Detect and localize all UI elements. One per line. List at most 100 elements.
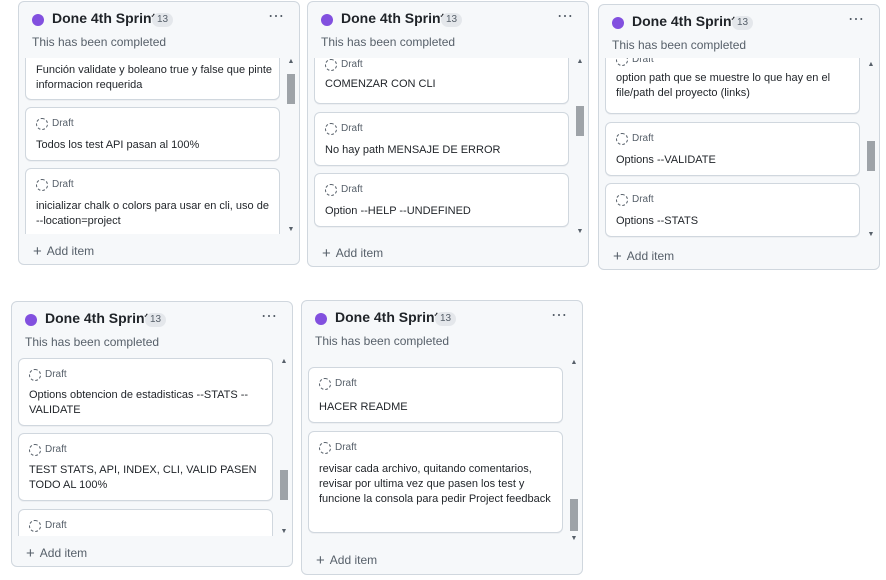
scroll-up-icon[interactable]: ▲ <box>279 358 289 366</box>
card-list[interactable]: Función validate y boleano true y false … <box>19 58 299 234</box>
scroll-up-icon[interactable]: ▲ <box>575 58 585 66</box>
draft-card[interactable]: Draft revisar cada archivo, quitando com… <box>308 431 563 533</box>
scroll-down-icon[interactable]: ▼ <box>575 228 585 236</box>
column-header: Done 4th Sprint 13 ⋯ This has been compl… <box>308 2 588 58</box>
draft-card[interactable]: Draft inicializar chalk o colors para us… <box>25 168 280 234</box>
draft-icon <box>616 133 628 145</box>
item-count-badge: 13 <box>145 313 167 327</box>
add-item-button[interactable]: + Add item <box>316 551 378 569</box>
scrollbar[interactable]: ▲ ▼ <box>286 58 296 234</box>
draft-icon <box>325 59 337 71</box>
draft-card[interactable]: Draft HACER README <box>308 367 563 423</box>
draft-label: Draft <box>632 133 654 144</box>
status-circle-icon <box>315 313 327 325</box>
scroll-thumb[interactable] <box>867 141 875 171</box>
plus-icon: + <box>33 243 42 260</box>
more-options-icon[interactable]: ⋯ <box>557 6 574 26</box>
draft-card[interactable]: Draft Options --VALIDATE <box>605 122 860 176</box>
card-title[interactable]: No hay path MENSAJE DE ERROR <box>325 143 562 158</box>
draft-card[interactable]: Draft No hay path MENSAJE DE ERROR <box>314 112 569 166</box>
column-title[interactable]: Done 4th Sprint <box>632 13 736 29</box>
add-item-button[interactable]: + Add item <box>613 247 675 265</box>
add-item-label: Add item <box>626 249 675 263</box>
more-options-icon[interactable]: ⋯ <box>848 9 865 29</box>
draft-card[interactable]: Draft option path que se muestre lo que … <box>605 58 860 114</box>
draft-label: Draft <box>341 59 363 70</box>
card-title[interactable]: Todos los test API pasan al 100% <box>36 138 273 153</box>
card-title[interactable]: Options --STATS <box>616 214 853 229</box>
column-title[interactable]: Done 4th Sprint <box>45 310 149 326</box>
draft-label: Draft <box>632 194 654 205</box>
add-item-label: Add item <box>39 546 88 560</box>
scroll-down-icon[interactable]: ▼ <box>866 231 876 239</box>
scroll-thumb[interactable] <box>576 106 584 136</box>
card-title[interactable]: HACER README <box>319 400 556 415</box>
draft-card[interactable]: Función validate y boleano true y false … <box>25 58 280 100</box>
plus-icon: + <box>613 248 622 265</box>
more-options-icon[interactable]: ⋯ <box>551 305 568 325</box>
card-list[interactable]: Draft Options obtencion de estadisticas … <box>12 358 292 536</box>
column-description: This has been completed <box>612 38 747 52</box>
scroll-down-icon[interactable]: ▼ <box>286 226 296 234</box>
item-count-badge: 13 <box>732 16 754 30</box>
draft-card[interactable]: Draft TEST STATS, API, INDEX, CLI, VALID… <box>18 433 273 501</box>
draft-card[interactable]: Draft <box>18 509 273 536</box>
add-item-label: Add item <box>329 553 378 567</box>
column-title[interactable]: Done 4th Sprint <box>52 10 156 26</box>
card-title[interactable]: inicializar chalk o colors para usar en … <box>36 199 273 229</box>
column-title[interactable]: Done 4th Sprint <box>335 309 439 325</box>
draft-icon <box>36 118 48 130</box>
card-title[interactable]: Options obtencion de estadisticas --STAT… <box>29 388 266 418</box>
card-title[interactable]: revisar cada archivo, quitando comentari… <box>319 462 556 507</box>
card-title[interactable]: COMENZAR CON CLI <box>325 77 562 92</box>
draft-icon <box>29 444 41 456</box>
scroll-thumb[interactable] <box>570 499 578 531</box>
scroll-down-icon[interactable]: ▼ <box>569 535 579 543</box>
scrollbar[interactable]: ▲ ▼ <box>279 358 289 536</box>
draft-label: Draft <box>45 444 67 455</box>
scroll-thumb[interactable] <box>287 74 295 104</box>
scrollbar[interactable]: ▲ ▼ <box>575 58 585 236</box>
draft-icon <box>319 378 331 390</box>
column-description: This has been completed <box>321 35 456 49</box>
more-options-icon[interactable]: ⋯ <box>268 6 285 26</box>
add-item-label: Add item <box>46 244 95 258</box>
draft-card[interactable]: Draft Option --HELP --UNDEFINED <box>314 173 569 227</box>
draft-card[interactable]: Draft Todos los test API pasan al 100% <box>25 107 280 161</box>
board-column: Done 4th Sprint 13 ⋯ This has been compl… <box>11 301 293 567</box>
draft-label: Draft <box>335 378 357 389</box>
scroll-down-icon[interactable]: ▼ <box>279 528 289 536</box>
column-description: This has been completed <box>315 334 450 348</box>
add-item-button[interactable]: + Add item <box>33 242 95 260</box>
column-header: Done 4th Sprint 13 ⋯ This has been compl… <box>599 5 879 61</box>
card-title[interactable]: Option --HELP --UNDEFINED <box>325 204 562 219</box>
scroll-up-icon[interactable]: ▲ <box>286 58 296 66</box>
add-item-button[interactable]: + Add item <box>26 544 88 562</box>
card-title[interactable]: Función validate y boleano true y false … <box>36 63 273 93</box>
draft-label: Draft <box>341 184 363 195</box>
draft-card[interactable]: Draft Options obtencion de estadisticas … <box>18 358 273 426</box>
draft-icon <box>29 369 41 381</box>
add-item-button[interactable]: + Add item <box>322 244 384 262</box>
column-title[interactable]: Done 4th Sprint <box>341 10 445 26</box>
scrollbar[interactable]: ▲ ▼ <box>866 61 876 239</box>
draft-icon <box>616 58 628 66</box>
card-list[interactable]: Draft option path que se muestre lo que … <box>599 58 879 242</box>
card-title[interactable]: option path que se muestre lo que hay en… <box>616 71 853 101</box>
scroll-up-icon[interactable]: ▲ <box>866 61 876 69</box>
scroll-thumb[interactable] <box>280 470 288 500</box>
card-list[interactable]: Draft COMENZAR CON CLI Draft No hay path… <box>308 58 588 236</box>
scroll-up-icon[interactable]: ▲ <box>569 359 579 367</box>
scrollbar[interactable]: ▲ ▼ <box>569 359 579 543</box>
card-title[interactable]: Options --VALIDATE <box>616 153 853 168</box>
draft-card[interactable]: Draft Options --STATS <box>605 183 860 237</box>
card-title[interactable]: TEST STATS, API, INDEX, CLI, VALID PASEN… <box>29 463 266 493</box>
board-column: Done 4th Sprint 13 ⋯ This has been compl… <box>598 4 880 270</box>
draft-card[interactable]: Draft COMENZAR CON CLI <box>314 58 569 104</box>
card-list[interactable]: Draft HACER README Draft revisar cada ar… <box>302 359 582 543</box>
draft-icon <box>325 184 337 196</box>
column-header: Done 4th Sprint 13 ⋯ This has been compl… <box>302 301 582 357</box>
plus-icon: + <box>316 552 325 569</box>
more-options-icon[interactable]: ⋯ <box>261 306 278 326</box>
add-item-label: Add item <box>335 246 384 260</box>
